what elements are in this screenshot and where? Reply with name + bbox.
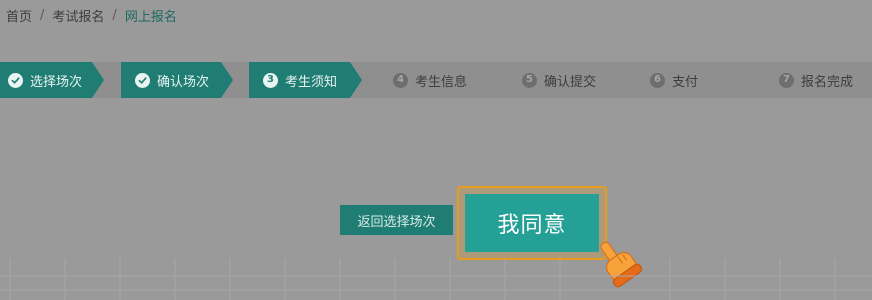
- step-select-session: 选择场次: [0, 62, 104, 98]
- step-payment: 6 支付: [650, 62, 698, 98]
- background-table-grid: [0, 258, 872, 300]
- back-to-session-button[interactable]: 返回选择场次: [340, 205, 453, 235]
- registration-steps: 选择场次 确认场次 3 考生须知 4 考生信息 5 确认提交 6 支付 7 报名…: [0, 62, 872, 98]
- step-number: 4: [393, 72, 408, 88]
- agree-button[interactable]: 我同意: [465, 194, 599, 252]
- step-registration-complete: 7 报名完成: [779, 62, 853, 98]
- check-circle-icon: [135, 73, 150, 88]
- breadcrumb-separator: /: [112, 8, 117, 23]
- step-label: 确认提交: [544, 74, 597, 90]
- step-confirm-session: 确认场次: [121, 62, 233, 98]
- step-label: 考生须知: [285, 74, 338, 90]
- breadcrumb: 首页 / 考试报名 / 网上报名: [6, 6, 177, 25]
- breadcrumb-home[interactable]: 首页: [6, 6, 32, 25]
- step-candidate-info: 4 考生信息: [393, 62, 467, 98]
- step-number: 3: [263, 73, 278, 88]
- breadcrumb-exam-registration[interactable]: 考试报名: [52, 6, 104, 25]
- step-label: 报名完成: [801, 74, 854, 90]
- step-candidate-notice: 3 考生须知: [249, 62, 362, 98]
- step-number: 6: [650, 72, 665, 88]
- breadcrumb-separator: /: [40, 8, 45, 23]
- step-label: 选择场次: [30, 74, 83, 90]
- step-label: 考生信息: [415, 74, 468, 90]
- step-number: 7: [779, 72, 794, 88]
- agree-button-highlight: 我同意: [457, 186, 607, 260]
- step-label: 确认场次: [157, 74, 210, 90]
- step-label: 支付: [672, 74, 699, 90]
- check-circle-icon: [8, 73, 23, 88]
- step-confirm-submit: 5 确认提交: [522, 62, 596, 98]
- breadcrumb-online-registration: 网上报名: [124, 10, 177, 25]
- step-number: 5: [522, 72, 537, 88]
